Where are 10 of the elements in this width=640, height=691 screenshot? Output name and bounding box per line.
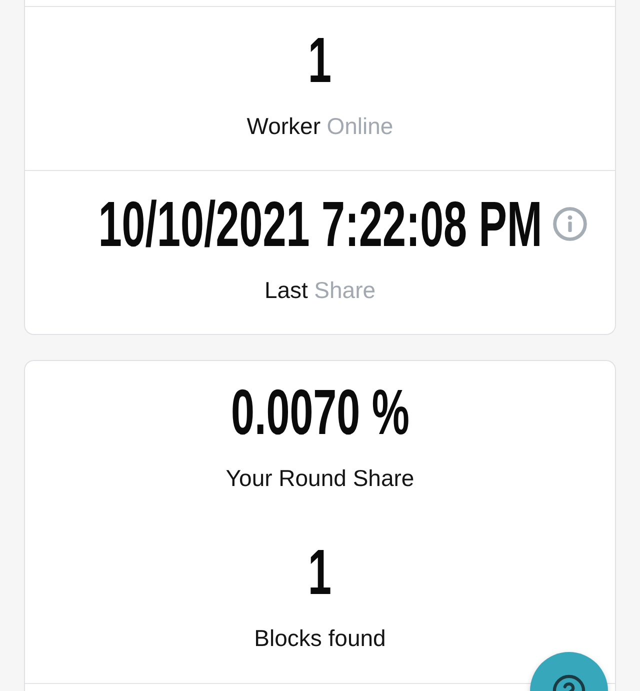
- stat-label: Blocks found: [254, 625, 386, 651]
- stat-value: 1: [308, 540, 332, 604]
- stat-value: 1: [308, 28, 332, 92]
- stat-value: 0.0070 %: [230, 380, 410, 444]
- stat-sublabel: Online: [326, 113, 394, 139]
- stat-sublabel: Share: [314, 277, 376, 303]
- stat-label: Worker: [246, 113, 320, 139]
- stat-label: Last: [264, 277, 308, 303]
- stat-label: Your Round Share: [226, 465, 414, 491]
- stat-value: 10/10/2021 7:22:08 PM: [98, 192, 542, 256]
